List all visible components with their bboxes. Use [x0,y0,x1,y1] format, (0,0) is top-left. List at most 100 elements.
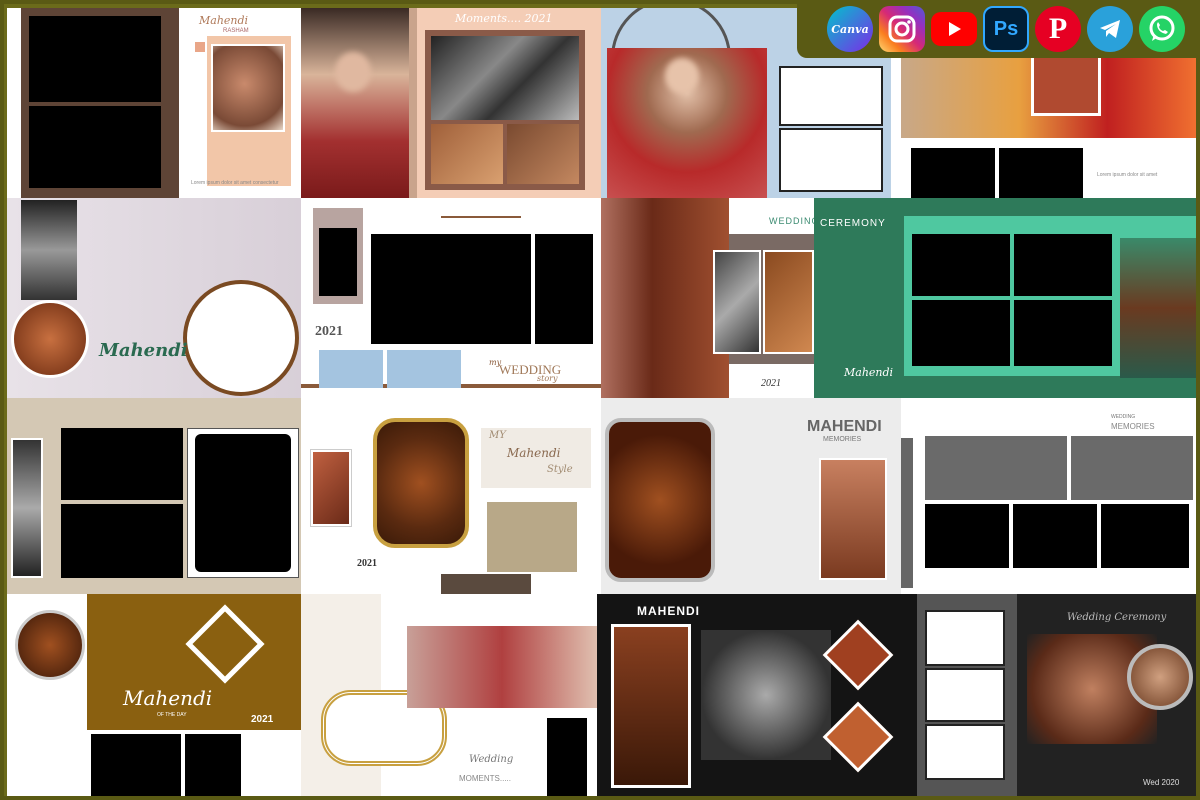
year-label: 2021 [251,714,274,725]
photo-placeholder [779,128,883,192]
album-page-6: Mahendi [7,198,301,398]
social-icon-bar: Canva Ps P [797,0,1200,58]
photo-bangles [407,626,597,708]
album-page-7: 2021 my WEDDING story [301,198,601,398]
photo-placeholder [319,228,357,296]
photo-placeholder [1014,300,1112,366]
photo-placeholder [91,734,181,796]
pinterest-icon[interactable]: P [1035,6,1081,52]
photo-placeholder [912,300,1010,366]
photo-placeholder [29,106,161,188]
ornate-circle-frame [183,280,299,396]
photo-placeholder [61,428,183,500]
photo-placeholder [61,504,183,578]
album-page-11: MY Mahendi Style 2021 [301,398,601,594]
photo-henna-circle [15,610,85,680]
photo-bangles [431,36,579,120]
photo-placeholder [371,234,531,344]
memories-label: MEMORIES [1111,422,1155,431]
photo-diamond [822,701,894,773]
album-page-8: WEDDING 2021 [601,198,814,398]
photo-henna-hands [21,200,77,300]
album-page-13: WEDDING MEMORIES [901,398,1196,594]
mahendi-label: Mahendi [844,366,894,379]
photo-bride-henna [601,198,729,398]
photo-placeholder [195,434,291,572]
photo-bride-henna [819,458,887,580]
photo-hands [713,250,761,354]
photo-placeholder [547,718,587,796]
instagram-icon[interactable] [879,6,925,52]
photo-hand [431,124,503,184]
year-label: 2021 [315,324,343,339]
photo-henna-hand [1120,238,1196,378]
whatsapp-icon[interactable] [1139,6,1185,52]
album-page-12: MAHENDI MEMORIES [601,398,901,594]
year-label: 2021 [357,558,377,569]
year-label: 2021 [761,378,781,389]
photo-placeholder [1101,504,1189,568]
photo-henna-hands-bw [701,630,831,760]
wedding-label: WEDDING [1111,414,1136,420]
photo-placeholder [925,668,1005,722]
photo-bride-henna [611,624,691,788]
photo-placeholder [1013,504,1097,568]
photo-henna-hands-framed [373,418,469,548]
album-page-2: Mahendi RASHAM Lorem ipsum dolor sit ame… [183,8,301,198]
page-subtitle: OF THE DAY [157,712,187,718]
photo-placeholder [1014,234,1112,296]
photo-placeholder [535,234,593,344]
youtube-icon[interactable] [931,12,977,46]
photo-hand [507,124,579,184]
album-page-9: CEREMONY Mahendi [814,198,1196,398]
photo-bride [301,8,409,198]
album-page-1 [7,8,183,198]
photo-placeholder [29,16,161,102]
photo-placeholder [925,504,1009,568]
photo-placeholder [911,148,995,198]
page-title: MAHENDI [637,604,700,618]
photo-henna-circle [11,300,89,378]
photo-henna-hands-framed [605,418,715,582]
photo-henna-hands [11,438,43,578]
my-label: MY [489,430,506,441]
photo-placeholder [912,234,1010,296]
page-subtitle: RASHAM [223,28,249,34]
photo-placeholder [779,66,883,126]
page-title: MAHENDI [807,418,882,435]
wedding-label: WEDDING [769,216,814,226]
ceremony-label: CEREMONY [820,218,886,229]
date-label: Wed 2020 [1143,778,1180,787]
page-title: Mahendi [99,340,188,361]
photo-placeholder [185,734,241,796]
diamond-frame [185,604,265,684]
photo-placeholder [999,148,1083,198]
album-page-3: Moments.... 2021 [301,8,601,198]
page-subtitle: MEMORIES [823,436,862,443]
album-collage: Mahendi RASHAM Lorem ipsum dolor sit ame… [4,4,1196,796]
album-page-10 [7,398,301,594]
mahendi-label: Mahendi [507,446,561,460]
page-title: Wedding Ceremony [1067,612,1167,623]
photo-bride-henna [310,449,352,527]
album-page-17: Wedding Ceremony Wed 2020 [917,594,1196,796]
story-label: story [537,374,558,383]
wedding-label: Wedding [469,754,514,765]
canva-icon[interactable]: Canva [827,6,873,52]
telegram-icon[interactable] [1087,6,1133,52]
photo-hands [763,250,814,354]
album-page-16: MAHENDI [597,594,917,796]
photo-hands [211,44,285,132]
album-page-14: Mahendi OF THE DAY 2021 [7,594,301,796]
style-label: Style [547,464,573,475]
album-page-15: Wedding MOMENTS..... [301,594,597,796]
page-title: Mahendi [123,686,213,710]
photo-circle [1127,644,1193,710]
photo-placeholder [925,610,1005,666]
photo-diamond [822,619,894,691]
photoshop-icon[interactable]: Ps [983,6,1029,52]
page-title: Mahendi [199,14,249,27]
photo-placeholder [925,724,1005,780]
moments-label: MOMENTS..... [459,774,511,783]
page-title: Moments.... 2021 [455,12,553,25]
